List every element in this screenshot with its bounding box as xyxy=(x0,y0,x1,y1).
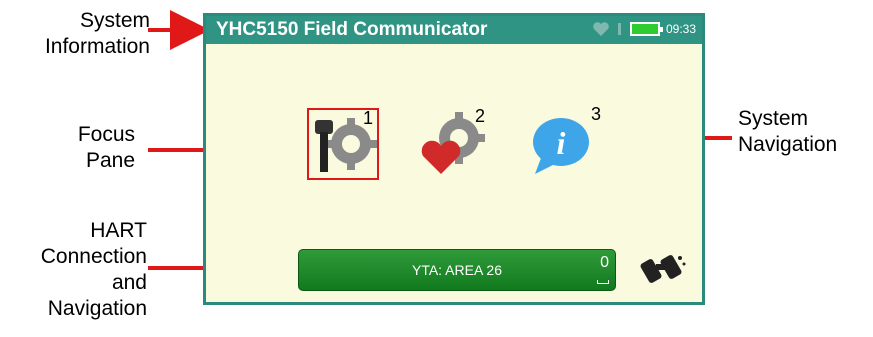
svg-text:i: i xyxy=(557,125,566,161)
hart-label: YTA: AREA 26 xyxy=(411,262,502,278)
hart-count-bracket xyxy=(597,280,609,284)
hart-connection-button[interactable]: YTA: AREA 26 0 xyxy=(298,249,616,291)
binoculars-icon[interactable] xyxy=(638,250,686,290)
app-title: YHC5150 Field Communicator xyxy=(216,19,488,40)
tile-system-info[interactable]: i 3 xyxy=(527,104,601,180)
callout-focus-pane: Focus Pane xyxy=(77,123,135,172)
hart-count: 0 xyxy=(600,254,609,271)
tile-number: 2 xyxy=(475,106,486,126)
callout-system-information: System Information xyxy=(44,9,150,58)
callout-hart-connection: HART Connection and Navigation xyxy=(40,219,147,320)
status-area: 09:33 xyxy=(592,21,696,37)
heart-status-icon xyxy=(593,22,609,36)
tile-diagnostics[interactable]: 2 xyxy=(417,106,489,180)
device-screen: YHC5150 Field Communicator 09:33 1 2 i 3… xyxy=(203,13,705,305)
battery-icon xyxy=(629,22,663,36)
callout-system-navigation: System Navigation xyxy=(738,107,838,156)
tile-device-setup[interactable]: 1 xyxy=(307,108,379,180)
tile-number: 3 xyxy=(591,104,602,124)
title-bar: YHC5150 Field Communicator 09:33 xyxy=(206,16,702,44)
info-bubble-icon: i xyxy=(533,118,589,174)
signal-icon xyxy=(617,23,621,35)
clock: 09:33 xyxy=(665,22,696,36)
tile-number: 1 xyxy=(363,108,374,128)
